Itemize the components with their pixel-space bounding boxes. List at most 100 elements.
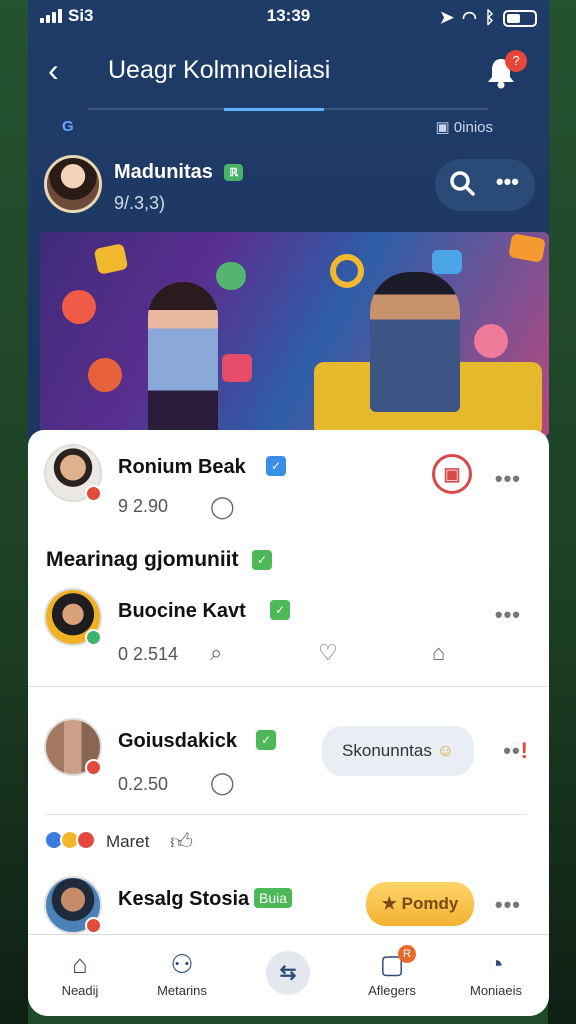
home-icon: ⌂ <box>72 949 88 979</box>
nav-members[interactable]: ⚇ Metarins <box>130 949 234 998</box>
verified-icon: ✓ <box>252 550 272 570</box>
status-dot <box>85 629 102 646</box>
promo-chip[interactable]: ★ Pomdy <box>366 882 474 926</box>
wifi-icon: ◠ <box>461 8 477 27</box>
section-title: Mearinag gjomuniit <box>46 548 239 571</box>
list-item[interactable]: Buocine Kavt ✓ 0 2.514 ⌕ ♡ ⌂ ••• <box>28 588 549 678</box>
feed-tag: Buia <box>254 888 293 908</box>
search-icon[interactable]: ⌕ <box>210 640 222 666</box>
profile-icon: ◔ <box>488 949 504 979</box>
heart-icon <box>216 262 246 290</box>
top-section: Si3 13:39 ➤ ◠ ᛒ ‹ Ueagr Kolmnoieliasi ? <box>28 0 549 450</box>
emoji-icon: ☺ <box>436 741 454 760</box>
reactions-row[interactable]: Maret 👍︎ <box>28 828 549 858</box>
chat-icon <box>432 250 462 274</box>
status-dot <box>85 917 102 934</box>
status-dot <box>85 485 102 502</box>
location-icon: ➤ <box>439 8 454 27</box>
community-chip-label: Skonunntas <box>342 741 432 760</box>
nav-label: Moniaeis <box>469 983 523 998</box>
people-icon: ⚇ <box>170 949 194 979</box>
nav-label: Metarins <box>157 983 207 998</box>
feed-meta: 0.2.50 <box>118 774 169 794</box>
profile-row: Madunitas ℝ 9/.3,3) ••• <box>28 155 549 225</box>
feed-meta: 0 2.514 <box>118 644 179 664</box>
battery-icon <box>503 9 537 27</box>
avatar[interactable] <box>44 718 102 776</box>
gallery-icon: ▣ <box>435 119 454 136</box>
feed-name: Ronium Beak <box>118 456 246 478</box>
more-icon[interactable]: ••• <box>495 466 521 492</box>
thumb-icon[interactable]: 👍︎ <box>170 828 193 855</box>
phone-screen: Si3 13:39 ➤ ◠ ᛒ ‹ Ueagr Kolmnoieliasi ? <box>28 0 549 1016</box>
avatar[interactable] <box>44 444 102 502</box>
feed-card: Ronium Beak ✓ 9 2.90 ◯ ▣ ••• Mearinag gj… <box>28 430 549 1016</box>
share-icon[interactable]: ⌂ <box>432 640 445 666</box>
ring-icon <box>330 254 364 288</box>
profile-name: Madunitas <box>114 161 213 183</box>
status-dot <box>85 759 102 776</box>
verified-icon: ✓ <box>266 456 286 476</box>
avatar[interactable] <box>44 876 102 934</box>
verified-icon: ✓ <box>270 600 290 620</box>
dancer-figure <box>370 272 460 412</box>
avatar[interactable] <box>44 155 102 213</box>
tab-active-indicator[interactable] <box>224 108 324 111</box>
nav-label: Neadij <box>61 983 99 998</box>
status-bar: Si3 13:39 ➤ ◠ ᛒ <box>28 6 549 30</box>
chat-icon: ▢ <box>379 949 405 979</box>
sub-row-right[interactable]: ▣ 0inios <box>435 118 493 136</box>
app-header: ‹ Ueagr Kolmnoieliasi ? <box>28 44 549 100</box>
feed-name: Buocine Kavt <box>118 600 246 622</box>
singer-figure <box>148 282 218 437</box>
google-icon[interactable]: G <box>62 118 74 135</box>
community-chip[interactable]: Skonunntas ☺ <box>322 726 474 776</box>
search-more-pill[interactable]: ••• <box>435 159 535 211</box>
more-icon[interactable]: ••• <box>496 169 519 195</box>
feed-name: Goiusdakick <box>118 730 237 752</box>
bluetooth-icon: ᛒ <box>484 8 495 27</box>
notification-badge: ? <box>505 50 527 72</box>
nav-profile[interactable]: ◔ Moniaeis <box>444 949 548 998</box>
more-icon[interactable]: ••! <box>503 738 529 764</box>
reaction-icons <box>44 830 96 850</box>
flower-icon <box>88 358 122 392</box>
avatar[interactable] <box>44 588 102 646</box>
record-icon[interactable]: ▣ <box>432 454 472 494</box>
verified-icon: ✓ <box>256 730 276 750</box>
background-right <box>548 0 576 1024</box>
list-item[interactable]: Goiusdakick ✓ 0.2.50 ◯ Skonunntas ☺ ••! <box>28 718 549 808</box>
more-icon[interactable]: ••• <box>495 602 521 628</box>
chat-icon <box>222 354 252 382</box>
nav-messages[interactable]: ▢ R Aflegers <box>340 945 444 998</box>
like-icon[interactable]: ◯ <box>210 770 235 796</box>
back-icon[interactable]: ‹ <box>48 54 59 86</box>
page-title: Ueagr Kolmnoieliasi <box>108 56 331 84</box>
heart-icon <box>508 233 546 263</box>
comment-icon[interactable]: ◯ <box>210 494 235 520</box>
emoji-icon <box>62 290 96 324</box>
divider <box>28 686 549 687</box>
background-left <box>0 0 28 1024</box>
more-icon[interactable]: ••• <box>495 892 521 918</box>
center-action-button[interactable]: ⇆ <box>266 951 310 995</box>
profile-name-wrap: Madunitas ℝ <box>114 161 244 184</box>
emoji-icon <box>474 324 508 358</box>
sub-row: G ▣ 0inios <box>28 118 549 140</box>
notifications-button[interactable]: ? <box>483 50 527 92</box>
sync-icon: ⇆ <box>279 962 297 984</box>
nav-label: Aflegers <box>368 983 416 998</box>
promo-chip-label: Pomdy <box>401 894 459 913</box>
search-icon[interactable] <box>449 170 475 203</box>
feed-name: Kesalg Stosia <box>118 888 250 910</box>
heart-icon[interactable]: ♡ <box>318 640 338 666</box>
status-right: ➤ ◠ ᛒ <box>440 8 537 28</box>
nav-home[interactable]: ⌂ Neadij <box>28 949 132 998</box>
list-item[interactable]: Ronium Beak ✓ 9 2.90 ◯ ▣ ••• <box>28 444 549 524</box>
verified-badge: ℝ <box>224 164 244 182</box>
hero-banner[interactable] <box>40 232 549 437</box>
star-icon: ★ <box>381 894 402 913</box>
reactions-label: Maret <box>106 832 150 851</box>
sub-row-right-label: 0inios <box>453 119 493 136</box>
divider <box>46 814 526 815</box>
